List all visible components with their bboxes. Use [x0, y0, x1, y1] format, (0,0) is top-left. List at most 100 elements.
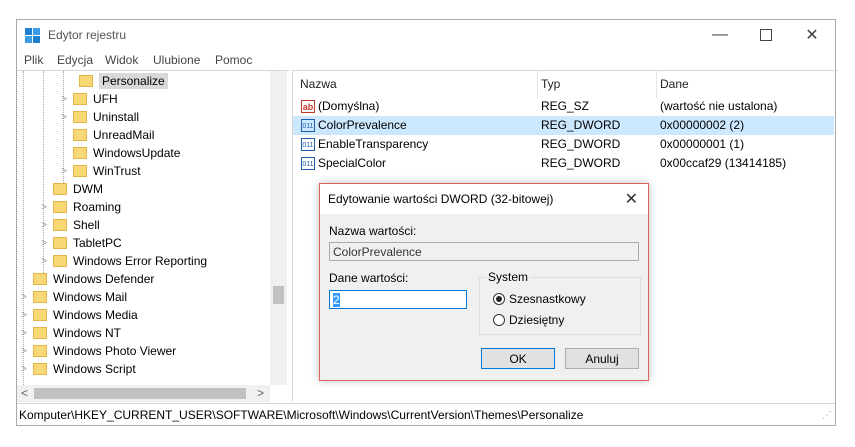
value-data-input[interactable]: 2: [329, 290, 467, 309]
tree-item-label: UnreadMail: [93, 128, 155, 142]
tree-item-label: Windows Defender: [53, 272, 155, 286]
chevron-right-icon[interactable]: >: [39, 220, 49, 231]
window-title: Edytor rejestru: [48, 28, 127, 42]
tree-item-personalize[interactable]: Personalize: [79, 72, 168, 90]
tree-item-label: Windows NT: [53, 326, 122, 340]
tree-item-windowsupdate[interactable]: WindowsUpdate: [73, 144, 180, 162]
chevron-right-icon[interactable]: >: [19, 292, 29, 303]
radio-label: Szesnastkowy: [509, 292, 586, 306]
tree-item-tabletpc[interactable]: > TabletPC: [39, 234, 122, 252]
chevron-right-icon[interactable]: >: [39, 256, 49, 267]
value-row[interactable]: 011 SpecialColor REG_DWORD 0x00ccaf29 (1…: [293, 154, 834, 173]
tree-vertical-scrollbar[interactable]: [270, 71, 287, 385]
ok-button[interactable]: OK: [481, 348, 555, 369]
value-name: SpecialColor: [318, 156, 387, 170]
chevron-right-icon[interactable]: >: [19, 310, 29, 321]
chevron-right-icon[interactable]: >: [59, 166, 69, 177]
folder-icon: [73, 165, 87, 177]
tree-item-dwm[interactable]: DWM: [53, 180, 103, 198]
value-data: 0x00ccaf29 (13414185): [660, 156, 787, 170]
value-row-selected[interactable]: 011 ColorPrevalence REG_DWORD 0x00000002…: [293, 116, 834, 135]
scrollbar-thumb[interactable]: [273, 286, 284, 304]
tree-item-ufh[interactable]: > UFH: [59, 90, 118, 108]
tree-item-windows-defender[interactable]: Windows Defender: [33, 270, 154, 288]
chevron-right-icon[interactable]: >: [59, 94, 69, 105]
chevron-right-icon[interactable]: >: [39, 202, 49, 213]
value-name: EnableTransparency: [318, 137, 429, 151]
edit-dword-dialog: Edytowanie wartości DWORD (32-bitowej) ✕…: [319, 183, 649, 381]
tree-item-wintrust[interactable]: > WinTrust: [59, 162, 141, 180]
tree-item-shell[interactable]: > Shell: [39, 216, 100, 234]
tree-item-roaming[interactable]: > Roaming: [39, 198, 121, 216]
radio-unselected-icon: [493, 314, 505, 326]
dialog-title: Edytowanie wartości DWORD (32-bitowej): [328, 192, 554, 206]
maximize-icon: [760, 29, 772, 41]
folder-icon: [33, 345, 47, 357]
tree-item-label: Personalize: [99, 73, 168, 89]
tree-item-uninstall[interactable]: > Uninstall: [59, 108, 139, 126]
value-type: REG_DWORD: [541, 118, 621, 132]
column-header-type[interactable]: Typ: [541, 77, 560, 91]
value-data: 0x00000002 (2): [660, 118, 745, 132]
menu-file[interactable]: Plik: [24, 53, 43, 67]
folder-icon: [73, 111, 87, 123]
folder-icon: [73, 93, 87, 105]
value-row[interactable]: 011 EnableTransparency REG_DWORD 0x00000…: [293, 135, 834, 154]
menu-favorites[interactable]: Ulubione: [153, 53, 200, 67]
key-tree[interactable]: Personalize > UFH > Uninstall UnreadMail…: [17, 70, 289, 402]
column-header-data[interactable]: Dane: [660, 77, 689, 91]
folder-icon: [33, 291, 47, 303]
minimize-button[interactable]: —: [697, 20, 743, 50]
tree-item-windows-script[interactable]: > Windows Script: [19, 360, 136, 378]
close-icon: ✕: [805, 27, 819, 44]
radio-decimal[interactable]: Dziesiętny: [493, 313, 564, 327]
tree-item-windows-mail[interactable]: > Windows Mail: [19, 288, 127, 306]
tree-horizontal-scrollbar[interactable]: < >: [17, 385, 270, 402]
folder-icon: [79, 75, 93, 87]
value-row[interactable]: ab (Domyślna) REG_SZ (wartość nie ustalo…: [293, 97, 834, 116]
tree-item-label: Windows Photo Viewer: [53, 344, 177, 358]
chevron-right-icon[interactable]: >: [59, 112, 69, 123]
value-name-label: Nazwa wartości:: [329, 224, 417, 238]
tree-item-label: Roaming: [73, 200, 122, 214]
scroll-right-icon[interactable]: >: [257, 386, 264, 400]
value-type: REG_DWORD: [541, 156, 621, 170]
tree-item-label: Uninstall: [93, 110, 140, 124]
status-bar: Komputer\HKEY_CURRENT_USER\SOFTWARE\Micr…: [17, 403, 835, 426]
base-group: System Szesnastkowy Dziesiętny: [479, 270, 641, 335]
chevron-right-icon[interactable]: >: [19, 346, 29, 357]
chevron-right-icon[interactable]: >: [19, 364, 29, 375]
value-type: REG_DWORD: [541, 137, 621, 151]
column-header-name[interactable]: Nazwa: [300, 77, 337, 91]
tree-item-windows-media[interactable]: > Windows Media: [19, 306, 138, 324]
column-separator[interactable]: [537, 71, 538, 99]
radio-hexadecimal[interactable]: Szesnastkowy: [493, 292, 586, 306]
menu-view[interactable]: Widok: [105, 53, 138, 67]
value-data: 0x00000001 (1): [660, 137, 745, 151]
base-group-label: System: [486, 270, 531, 284]
maximize-button[interactable]: [743, 20, 789, 50]
value-data-text: 2: [333, 293, 340, 307]
tree-item-label: UFH: [93, 92, 118, 106]
scroll-left-icon[interactable]: <: [21, 386, 28, 400]
chevron-right-icon[interactable]: >: [39, 238, 49, 249]
column-separator[interactable]: [656, 71, 657, 99]
tree-item-unreadmail[interactable]: UnreadMail: [73, 126, 154, 144]
chevron-right-icon[interactable]: >: [19, 328, 29, 339]
cancel-button[interactable]: Anuluj: [565, 348, 639, 369]
tree-item-label: Windows Error Reporting: [73, 254, 208, 268]
close-button[interactable]: ✕: [789, 20, 835, 50]
folder-icon: [53, 237, 67, 249]
tree-item-windows-nt[interactable]: > Windows NT: [19, 324, 121, 342]
resize-grip-icon[interactable]: ⋰: [822, 410, 832, 421]
folder-icon: [33, 309, 47, 321]
folder-icon: [73, 129, 87, 141]
tree-item-windows-error-reporting[interactable]: > Windows Error Reporting: [39, 252, 207, 270]
dialog-close-icon[interactable]: ✕: [625, 189, 638, 209]
tree-item-windows-photo-viewer[interactable]: > Windows Photo Viewer: [19, 342, 176, 360]
folder-icon: [53, 255, 67, 267]
menu-help[interactable]: Pomoc: [215, 53, 252, 67]
menu-edit[interactable]: Edycja: [57, 53, 93, 67]
tree-item-label: WinTrust: [93, 164, 141, 178]
scrollbar-thumb[interactable]: [34, 388, 246, 399]
